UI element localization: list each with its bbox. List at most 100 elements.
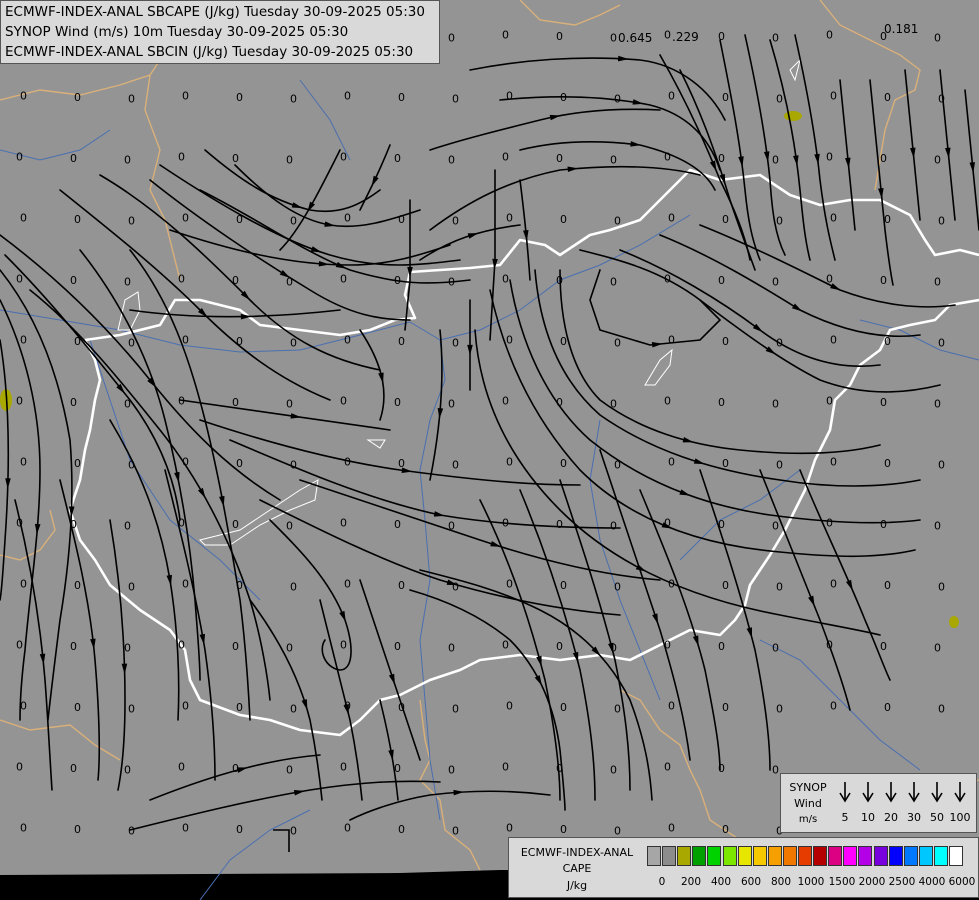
cin-value-label: 0 [776,580,783,593]
cin-value-label: 0 [502,760,509,773]
cin-value-label: 0 [934,397,941,410]
wind-speed-100: 100 [949,811,971,824]
cin-value-label: 0 [722,701,729,714]
cin-value-label: 0 [448,641,455,654]
cin-value-label: 0 [772,153,779,166]
cin-value-label: 0 [16,150,23,163]
cin-value-label: 0 [452,458,459,471]
cin-value-label: 0 [236,213,243,226]
cin-value-label: 0 [124,397,131,410]
cin-value-label: 0 [826,394,833,407]
cin-value-label: 0 [398,91,405,104]
cin-value-label: 0 [344,211,351,224]
cin-value-label: 0 [826,272,833,285]
cin-value-label: 0 [560,823,567,836]
cin-value-label: 0 [722,579,729,592]
cin-value-label: 0 [668,699,675,712]
cape-color-swatch [647,846,661,866]
cin-value-label: 0 [668,821,675,834]
cin-value-label: 0 [290,214,297,227]
cin-value-label: 0 [610,153,617,166]
cin-value-label: 0 [344,455,351,468]
cin-value-label: 0 [290,458,297,471]
cin-value-label: 0 [718,30,725,43]
cin-value-label: 0 [556,762,563,775]
cape-color-swatch [903,846,918,866]
cin-value-label: 0 [178,272,185,285]
cin-value-label: 0 [16,516,23,529]
cin-value-label: 0 [610,519,617,532]
cape-legend: ECMWF-INDEX-ANAL CAPE J/kg 0 200 400 600… [508,837,979,898]
cin-value-label: 0 [182,333,189,346]
cin-value-label: 0 [668,577,675,590]
cin-value-label: 0 [884,213,891,226]
cape-color-swatch [767,846,782,866]
cin-value-label: 0 [394,152,401,165]
cin-value-label: 0 [394,518,401,531]
cin-value-label: 0 [722,91,729,104]
cin-value-label: 0 [506,333,513,346]
cin-value-label: 0 [236,335,243,348]
value-label-0181: 0.181 [884,22,918,36]
cin-value-label: 0 [938,336,945,349]
cin-value-label: 0 [668,333,675,346]
cin-value-label: 0 [448,763,455,776]
cin-value-label: 0 [286,275,293,288]
cin-value-label: 0 [772,31,779,44]
cin-value-label: 0 [70,518,77,531]
cin-value-label: 0 [938,214,945,227]
cape-color-swatch [813,846,828,866]
cin-value-label: 0 [394,762,401,775]
cape-color-swatch [918,846,933,866]
cin-value-label: 0 [236,823,243,836]
cin-value-label: 0 [826,28,833,41]
cin-value-label: 0 [610,763,617,776]
cin-value-label: 0 [178,638,185,651]
cin-value-label: 0 [340,516,347,529]
cin-value-label: 0 [880,396,887,409]
cin-value-label: 0 [286,397,293,410]
cin-value-label: 0 [128,336,135,349]
cape-legend-unit: J/kg [566,879,588,892]
cape-label-2500: 2500 [888,876,916,888]
cin-value-label: 0 [16,394,23,407]
cape-label-800: 800 [770,876,792,888]
title-synop-wind: SYNOP Wind (m/s) 10m Tuesday 30-09-2025 … [5,24,349,40]
cin-value-label: 0 [452,702,459,715]
cin-value-label: 0 [340,394,347,407]
cin-value-label: 0 [344,333,351,346]
cin-value-label: 0 [502,394,509,407]
cin-value-label: 0 [128,824,135,837]
cin-value-label: 0 [880,518,887,531]
cape-color-swatch [949,846,963,866]
cin-value-label: 0 [232,152,239,165]
weather-map[interactable]: 0 0 0 0 0 0 0 0 0 0 0 0 0 0 0 0 0 0 0 0 0 0 0 0 0 0 0 0 0 0 0 0 0 0 0 0 0 0 0 0… [0,0,979,900]
cin-value-label: 0 [668,211,675,224]
cin-value-label: 0 [448,153,455,166]
cin-value-label: 0 [502,516,509,529]
cin-value-label: 0 [128,92,135,105]
cin-value-label: 0 [560,457,567,470]
cin-value-label: 0 [452,824,459,837]
cin-value-label: 0 [664,272,671,285]
cin-value-label: 0 [182,211,189,224]
cin-value-label: 0 [290,824,297,837]
cin-value-label: 0 [614,824,621,837]
cin-value-label: 0 [938,458,945,471]
cin-value-label: 0 [718,274,725,287]
cin-value-label: 0 [16,272,23,285]
cin-value-label: 0 [772,397,779,410]
cin-value-label: 0 [830,211,837,224]
cin-value-label: 0 [556,518,563,531]
cin-value-label: 0 [20,89,27,102]
cin-value-label: 0 [124,519,131,532]
cin-value-label: 0 [934,31,941,44]
cin-value-label: 0 [614,458,621,471]
map-background [0,0,979,875]
cin-value-label: 0 [178,516,185,529]
cape-color-swatch [692,846,707,866]
cin-value-label: 0 [772,641,779,654]
cin-value-label: 0 [128,214,135,227]
cape-legend-title: ECMWF-INDEX-ANAL [520,846,634,859]
cin-value-label: 0 [506,821,513,834]
